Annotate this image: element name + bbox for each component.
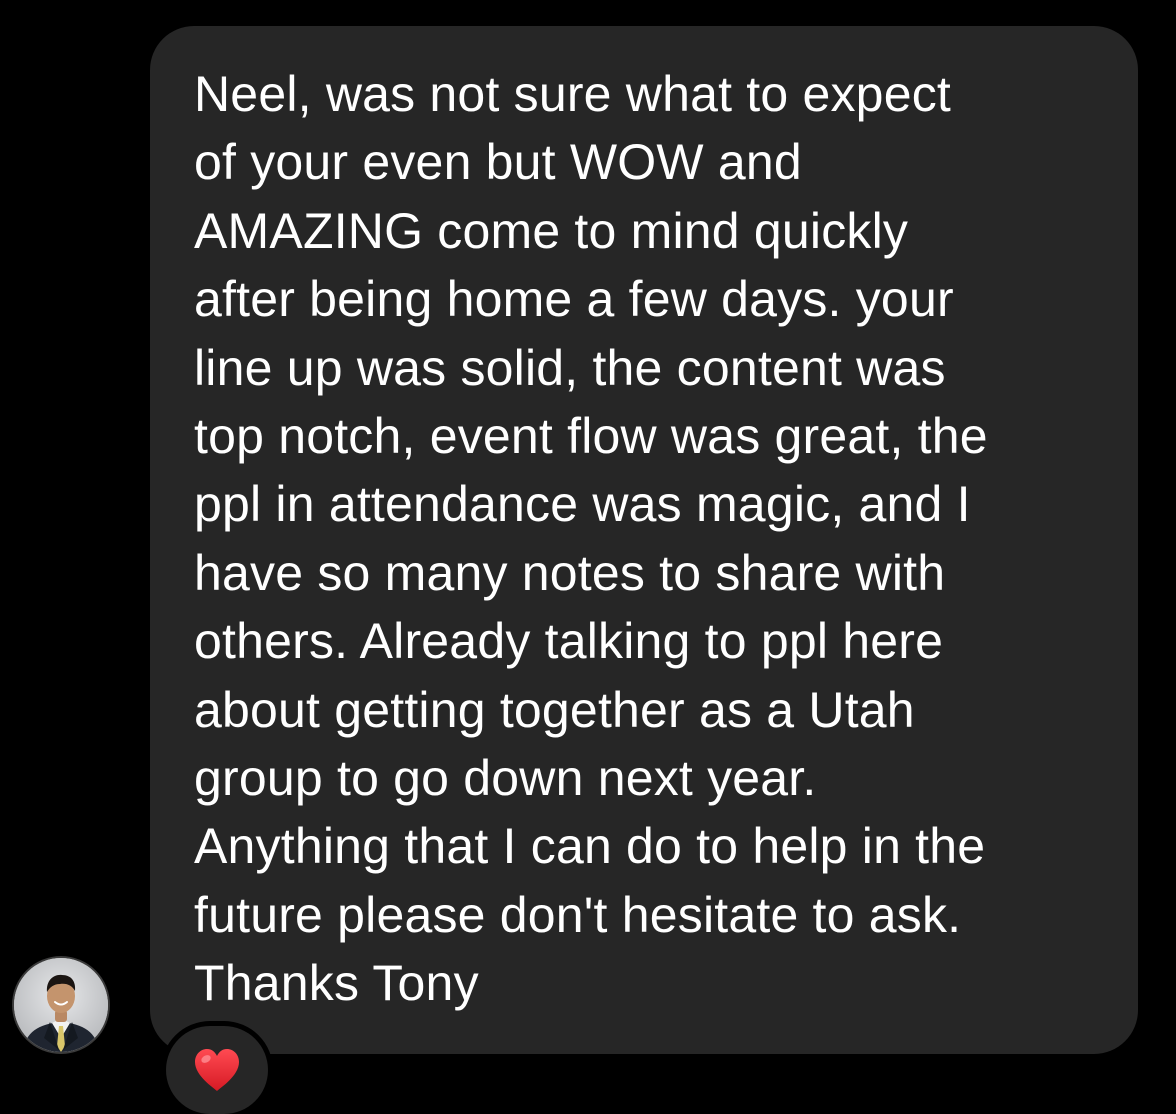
message-line: of your even but WOW and (194, 134, 802, 191)
reaction-badge[interactable] (166, 1026, 268, 1114)
heart-icon (195, 1049, 239, 1091)
message-line: after being home a few days. your (194, 271, 954, 328)
message-line: line up was solid, the content was (194, 339, 946, 396)
message-line: others. Already talking to ppl here (194, 613, 944, 670)
message-line: Anything that I can do to help in the (194, 818, 986, 875)
message-line: have so many notes to share with (194, 544, 946, 601)
message-line: ppl in attendance was magic, and I (194, 476, 971, 533)
message-line: future please don't hesitate to ask. (194, 886, 962, 943)
message-line: about getting together as a Utah (194, 681, 915, 738)
message-line: AMAZING come to mind quickly (194, 202, 909, 259)
message-line: group to go down next year. (194, 750, 817, 807)
message-line: Thanks Tony (194, 955, 479, 1012)
person-avatar-icon (14, 958, 108, 1052)
message-line: top notch, event flow was great, the (194, 408, 988, 465)
message-line: Neel, was not sure what to expect (194, 66, 951, 122)
message-text: Neel, was not sure what to expect of you… (194, 60, 988, 1018)
sender-avatar[interactable] (14, 958, 108, 1052)
